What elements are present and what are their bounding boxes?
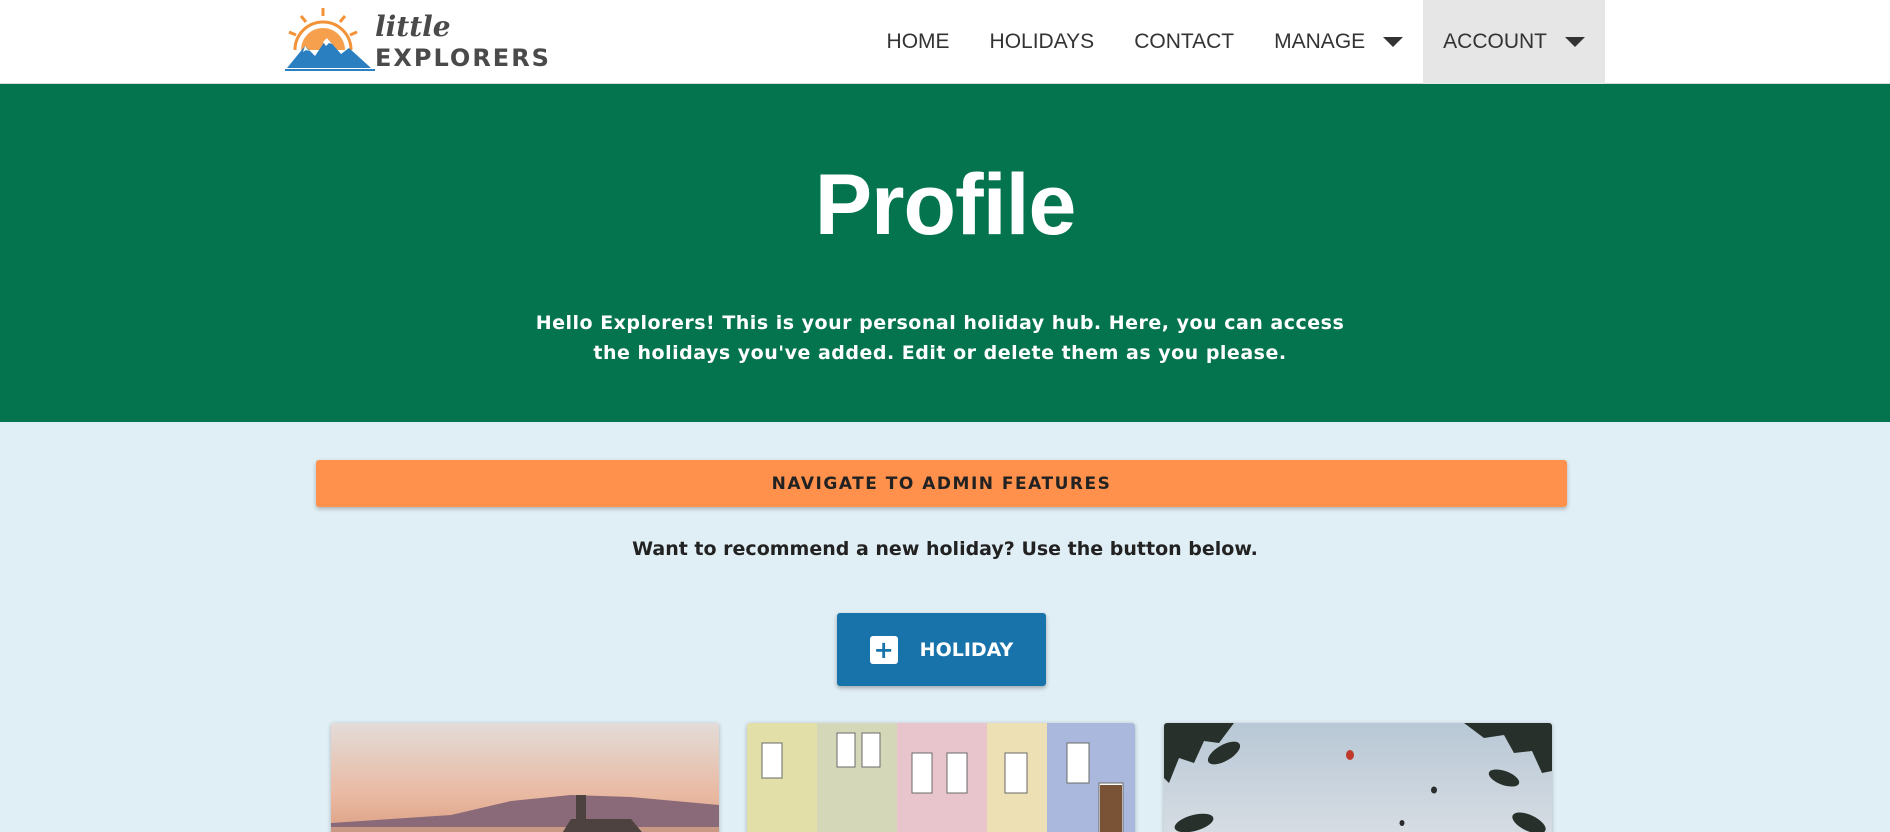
nav-home-label: HOME [886,30,950,53]
page-title: Profile [814,157,1077,253]
holiday-card-image[interactable] [331,723,719,832]
colorful-houses-photo [747,723,1135,832]
nav-contact-label: CONTACT [1134,30,1235,53]
nav-home[interactable]: HOME [867,0,970,84]
logo-text-little: little [375,10,451,43]
hero-banner: Profile Hello Explorers! This is your pe… [0,84,1890,422]
nav-account-label: ACCOUNT [1443,30,1547,53]
nav-account-dropdown[interactable]: ACCOUNT [1423,0,1605,84]
site-logo[interactable]: little EXPLORERS [285,6,549,72]
holiday-card-image[interactable] [1164,723,1552,832]
nav-holidays[interactable]: HOLIDAYS [970,0,1115,84]
hero-intro-text: Hello Explorers! This is your personal h… [535,312,1345,364]
logo-mountain-sun-icon [285,8,375,71]
main-nav: HOME HOLIDAYS CONTACT MANAGE ACCOUNT [867,0,1605,84]
recommend-text: Want to recommend a new holiday? Use the… [632,538,1258,560]
caret-down-icon [1565,37,1585,47]
caret-down-icon [1383,37,1404,47]
nav-manage-label: MANAGE [1274,30,1366,53]
coastal-sunset-photo [331,723,719,832]
add-holiday-label: HOLIDAY [919,638,1014,661]
nav-holidays-label: HOLIDAYS [989,30,1095,53]
add-holiday-button[interactable]: + HOLIDAY [837,613,1046,686]
navigate-admin-button[interactable]: NAVIGATE TO ADMIN FEATURES [316,460,1567,507]
logo-text-explorers: EXPLORERS [375,44,551,72]
nav-manage-dropdown[interactable]: MANAGE [1254,0,1423,84]
holiday-card-image[interactable] [747,723,1135,832]
nav-contact[interactable]: CONTACT [1114,0,1254,84]
plus-icon: + [869,635,898,664]
hot-air-balloons-photo [1164,723,1552,832]
top-navbar: little EXPLORERS HOME HOLIDAYS CONTACT M… [0,0,1890,84]
